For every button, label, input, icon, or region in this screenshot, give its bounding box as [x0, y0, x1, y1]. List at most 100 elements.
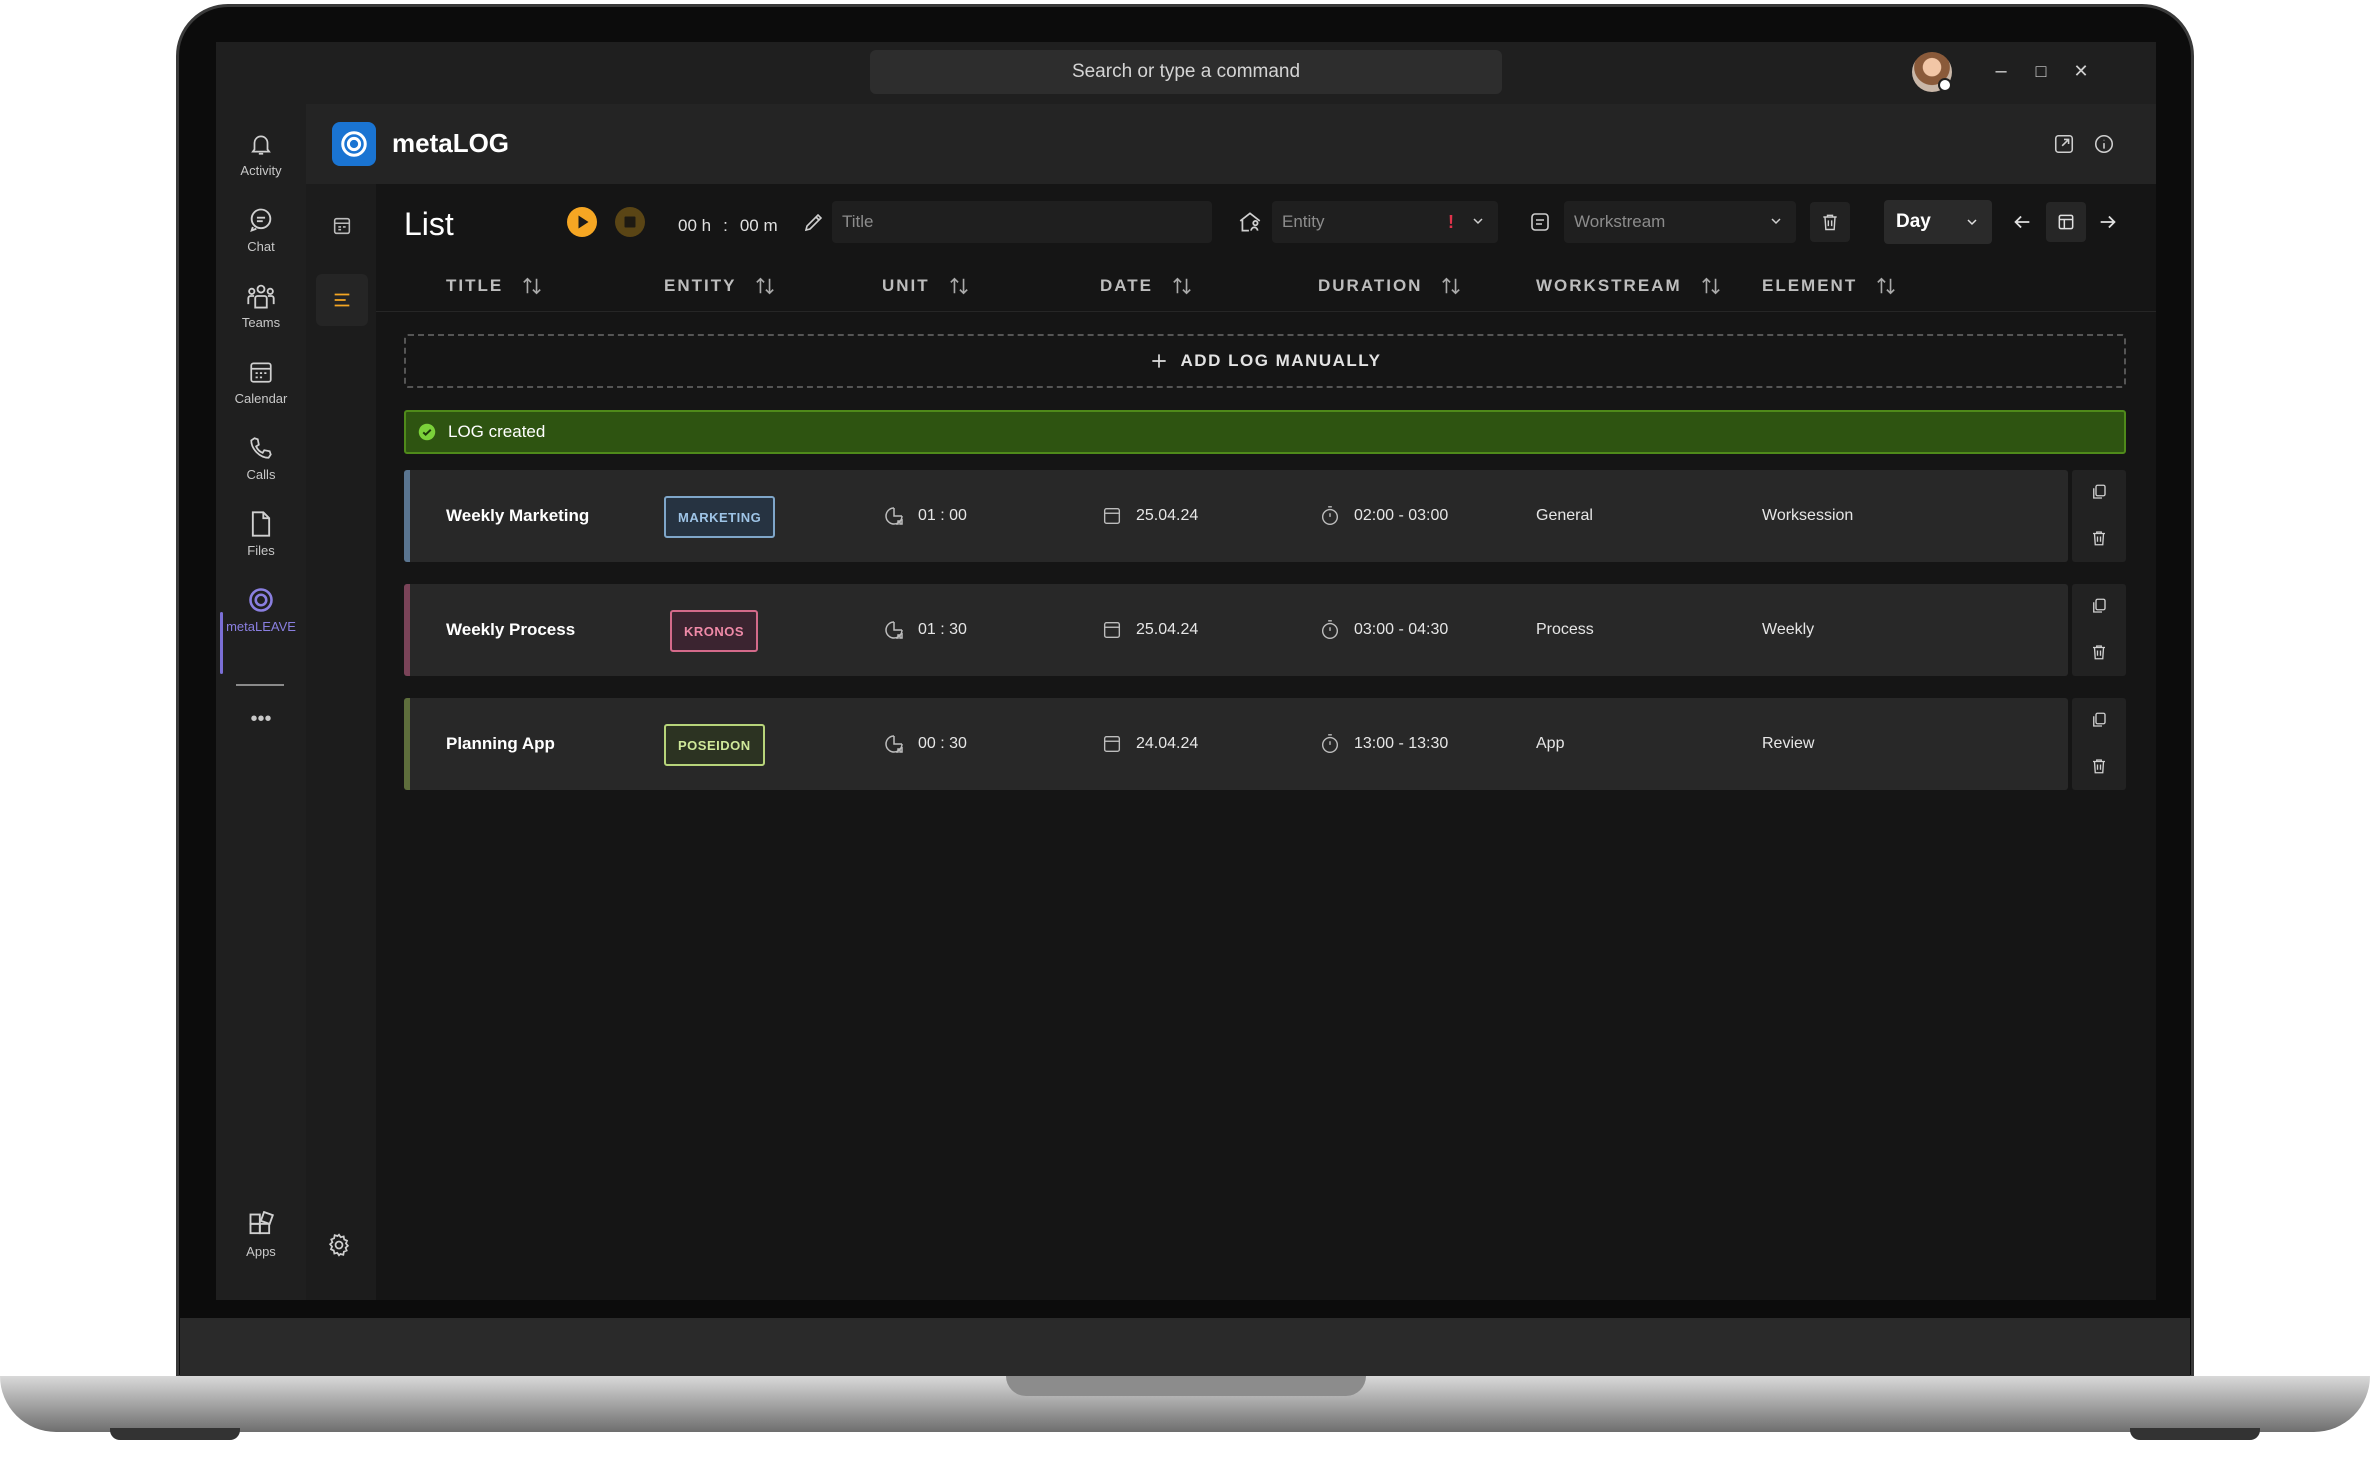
row-duration-value: 02:00 - 03:00 [1354, 507, 1449, 524]
rail-item-activity[interactable]: Activity [216, 118, 306, 188]
stop-button[interactable] [610, 202, 650, 242]
command-search[interactable]: Search or type a command [870, 50, 1502, 94]
rail-item-metaleave[interactable]: metaLEAVE [216, 574, 306, 644]
trash-icon [2090, 642, 2108, 662]
rail-item-apps[interactable]: Apps [216, 1210, 306, 1280]
row-accent [404, 698, 410, 790]
copy-button[interactable] [2085, 478, 2113, 506]
row-unit-value: 01 : 30 [918, 621, 967, 638]
rail-label: Files [247, 542, 275, 558]
column-element-header[interactable]: ELEMENT [1762, 276, 1897, 296]
row-duration-value: 13:00 - 13:30 [1354, 735, 1449, 752]
row-title: Planning App [446, 734, 555, 753]
app-header: metaLOG [306, 104, 2156, 184]
info-icon[interactable] [2090, 130, 2118, 158]
file-icon [246, 509, 276, 539]
column-title-header[interactable]: TITLE [446, 276, 543, 296]
column-entity-header[interactable]: ENTITY [664, 276, 776, 296]
time-unit-icon [882, 504, 906, 528]
bell-icon [246, 129, 276, 159]
row-actions [2072, 470, 2126, 562]
period-select[interactable]: Day [1884, 200, 1992, 244]
toast-message: LOG created [448, 422, 546, 441]
rail-item-files[interactable]: Files [216, 498, 306, 568]
column-workstream-header[interactable]: WORKSTREAM [1536, 276, 1722, 296]
page-title: List [404, 206, 454, 242]
row-unit: 01 : 00 [882, 470, 967, 562]
chevron-down-icon [1470, 213, 1486, 229]
copy-button[interactable] [2085, 592, 2113, 620]
trash-icon [2090, 528, 2108, 548]
row-date: 25.04.24 [1100, 584, 1198, 676]
minimize-button[interactable]: – [1986, 56, 2016, 86]
rail-item-calendar[interactable]: Calendar [216, 346, 306, 416]
column-label: WORKSTREAM [1536, 276, 1682, 295]
entity-badge: POSEIDON [664, 724, 765, 766]
title-input-placeholder: Title [842, 212, 874, 231]
rail-label: Teams [241, 314, 281, 330]
delete-button[interactable] [2085, 524, 2113, 552]
column-date-header[interactable]: DATE [1100, 276, 1193, 296]
time-unit-icon [882, 618, 906, 642]
list-view-button[interactable] [316, 274, 368, 326]
table-row[interactable]: Planning App POSEIDON 00 : 30 24.04.24 1… [404, 698, 2068, 790]
calendar-view-icon [331, 215, 353, 237]
rail-item-teams[interactable]: Teams [216, 270, 306, 340]
workstream-select[interactable]: Workstream [1564, 201, 1796, 243]
clear-filters-button[interactable] [1810, 202, 1850, 242]
maximize-button[interactable]: □ [2026, 56, 2056, 86]
sort-icon [1440, 276, 1462, 296]
more-apps-button[interactable]: ••• [216, 694, 306, 744]
calendar-today-icon [2056, 212, 2076, 232]
column-unit-header[interactable]: UNIT [882, 276, 970, 296]
row-title: Weekly Process [446, 620, 576, 639]
table-row[interactable]: Weekly Process KRONOS 01 : 30 25.04.24 0… [404, 584, 2068, 676]
delete-button[interactable] [2085, 638, 2113, 666]
title-bar: Search or type a command – □ ✕ [216, 42, 2156, 104]
row-element: Review [1762, 735, 1815, 752]
calendar-view-button[interactable] [316, 200, 368, 252]
play-button[interactable] [562, 202, 602, 242]
time-unit-icon [882, 732, 906, 756]
row-date-value: 25.04.24 [1136, 507, 1199, 524]
row-actions [2072, 584, 2126, 676]
row-unit-value: 01 : 00 [918, 507, 967, 524]
table-row[interactable]: Weekly Marketing MARKETING 01 : 00 25.04… [404, 470, 2068, 562]
delete-button[interactable] [2085, 752, 2113, 780]
laptop-foot-left [110, 1428, 240, 1440]
period-select-value: Day [1896, 211, 1931, 232]
column-duration-header[interactable]: DURATION [1318, 276, 1462, 296]
table-header: TITLE ENTITY UNIT DATE DURATION WORKSTRE… [376, 262, 2156, 312]
column-label: ENTITY [664, 276, 737, 295]
next-period-button[interactable] [2088, 202, 2128, 242]
metaleave-icon [246, 585, 276, 615]
metalog-logo-icon [332, 122, 376, 166]
settings-gear-icon[interactable] [322, 1228, 356, 1262]
previous-period-button[interactable] [2002, 202, 2042, 242]
add-log-manually-button[interactable]: ADD LOG MANUALLY [404, 334, 2126, 388]
row-actions [2072, 698, 2126, 790]
row-element: Worksession [1762, 507, 1854, 524]
row-duration: 03:00 - 04:30 [1318, 584, 1448, 676]
edit-pencil-icon [794, 202, 834, 242]
rail-item-chat[interactable]: Chat [216, 194, 306, 264]
row-workstream: General [1536, 507, 1593, 524]
entity-select[interactable]: Entity ! [1272, 201, 1498, 243]
column-label: TITLE [446, 276, 504, 295]
plus-icon [1149, 351, 1169, 371]
close-button[interactable]: ✕ [2066, 56, 2096, 86]
copy-button[interactable] [2085, 706, 2113, 734]
entity-badge: MARKETING [664, 496, 776, 538]
stopwatch-icon [1318, 504, 1342, 528]
column-label: ELEMENT [1762, 276, 1858, 295]
row-unit-value: 00 : 30 [918, 735, 967, 752]
today-button[interactable] [2046, 202, 2086, 242]
popout-icon[interactable] [2050, 130, 2078, 158]
rail-item-calls[interactable]: Calls [216, 422, 306, 492]
laptop-chin [180, 1318, 2190, 1380]
title-input[interactable]: Title [832, 201, 1212, 243]
entity-select-placeholder: Entity [1282, 212, 1325, 231]
column-label: DATE [1100, 276, 1154, 295]
row-element: Weekly [1762, 621, 1815, 638]
row-unit: 00 : 30 [882, 698, 967, 790]
